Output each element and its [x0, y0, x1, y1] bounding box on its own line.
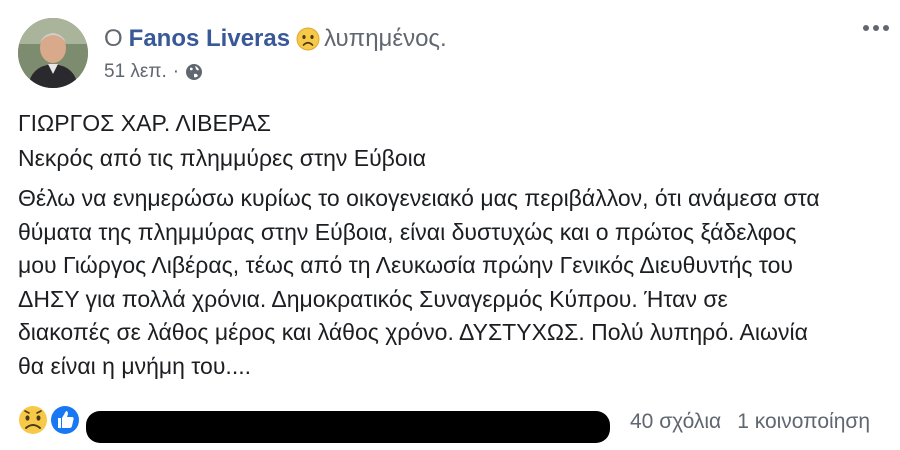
- post-body-paragraph: Θέλω να ενημερώσω κυρίως το οικογενειακό…: [18, 182, 888, 383]
- feeling-text: λυπημένος.: [324, 25, 447, 52]
- post-subtitle-line: Νεκρός από τις πλημμύρες στην Εύβοια: [18, 145, 427, 171]
- author-name-link[interactable]: Fanos Liveras: [129, 25, 290, 53]
- comments-count-link[interactable]: 40 σχόλια: [630, 410, 721, 434]
- post-title-line: ΓΙΩΡΓΟΣ ΧΑΡ. ΛΙΒΕΡΑΣ: [18, 110, 271, 136]
- post-body-line: ΔΗΣΥ για πολλά χρόνια. Δημοκρατικός Συνα…: [18, 285, 728, 312]
- facebook-post: Ο Fanos Liveras λυπημένος. 51 λεπ. · ΓΙΩ…: [0, 0, 900, 450]
- author-avatar[interactable]: [18, 18, 88, 88]
- avatar-photo: [18, 18, 88, 88]
- like-reaction-icon: [48, 403, 82, 442]
- reactions-summary[interactable]: [16, 403, 86, 437]
- post-body-line: διακοπές σε λάθος μέρος και λάθος χρόνο.…: [18, 319, 808, 345]
- header-prefix: Ο: [104, 25, 123, 52]
- post-meta: 51 λεπ. ·: [104, 58, 203, 86]
- post-body-line: Θέλω να ενημερώσω κυρίως το οικογενειακό…: [18, 185, 820, 211]
- post-time-link[interactable]: 51 λεπ.: [104, 61, 167, 83]
- meta-separator: ·: [172, 61, 180, 82]
- engagement-counts: 40 σχόλια 1 κοινοποίηση: [630, 408, 870, 436]
- more-options-icon[interactable]: [858, 18, 894, 38]
- sad-reaction-icon: [16, 403, 50, 442]
- shares-count-link[interactable]: 1 κοινοποίηση: [737, 410, 870, 434]
- post-body-line: θα είναι η μνήμη του....: [18, 352, 251, 379]
- globe-icon[interactable]: [185, 63, 203, 81]
- post-header: Ο Fanos Liveras λυπημένος.: [104, 22, 447, 56]
- sad-face-emoji-icon: [296, 27, 320, 51]
- redaction-bar: [86, 411, 610, 443]
- post-body-line: θύματα της πλημμύρας στην Εύβοια, είναι …: [18, 218, 797, 245]
- post-body-line: μου Γιώργος Λιβέρας, τέως από τη Λευκωσί…: [18, 252, 794, 278]
